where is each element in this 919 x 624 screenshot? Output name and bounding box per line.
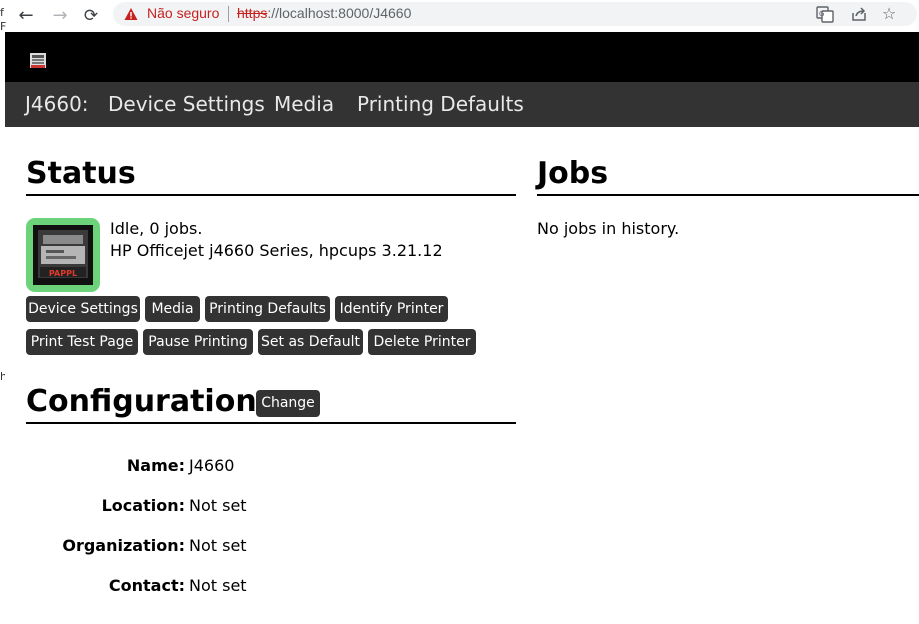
printer-status-icon: PAPPL <box>26 218 100 292</box>
address-bar[interactable]: Não seguro https://localhost:8000/J4660 … <box>113 2 917 26</box>
status-heading: Status <box>26 156 136 191</box>
print-test-page-button[interactable]: Print Test Page <box>26 329 138 355</box>
config-location-value: Not set <box>189 496 247 515</box>
warning-icon[interactable] <box>124 7 138 21</box>
media-button[interactable]: Media <box>145 296 200 322</box>
url-text[interactable]: https://localhost:8000/J4660 <box>237 5 411 21</box>
set-as-default-button[interactable]: Set as Default <box>258 329 363 355</box>
device-settings-button[interactable]: Device Settings <box>26 296 140 322</box>
security-label[interactable]: Não seguro <box>147 5 219 21</box>
printing-defaults-button[interactable]: Printing Defaults <box>205 296 330 322</box>
main-nav: J4660: Device Settings Media Printing De… <box>5 82 919 127</box>
share-icon[interactable] <box>850 5 868 23</box>
identify-printer-button[interactable]: Identify Printer <box>335 296 448 322</box>
back-arrow-icon[interactable]: ← <box>14 4 38 28</box>
nav-printer-name[interactable]: J4660: <box>25 92 89 116</box>
reload-icon[interactable]: ⟳ <box>79 4 103 28</box>
pause-printing-button[interactable]: Pause Printing <box>143 329 253 355</box>
url-rest: ://localhost:8000/J4660 <box>267 5 412 21</box>
edge-artifact: f <box>0 6 4 19</box>
pappl-logo-icon[interactable] <box>29 52 47 69</box>
nav-printing-defaults[interactable]: Printing Defaults <box>357 92 524 116</box>
config-organization-label: Organization: <box>62 536 185 555</box>
printer-driver: HP Officejet j4660 Series, hpcups 3.21.1… <box>110 241 443 260</box>
jobs-empty-text: No jobs in history. <box>537 219 680 238</box>
config-name-value: J4660 <box>189 456 235 475</box>
config-location-label: Location: <box>101 496 185 515</box>
browser-toolbar: ← → ⟳ Não seguro https://localhost:8000/… <box>0 0 919 32</box>
status-divider <box>26 194 516 196</box>
star-icon[interactable]: ☆ <box>880 5 898 23</box>
configuration-heading: Configuration <box>26 384 257 419</box>
change-button[interactable]: Change <box>256 390 320 417</box>
jobs-heading: Jobs <box>537 156 609 191</box>
pappl-web-page: J4660: Device Settings Media Printing De… <box>5 32 919 624</box>
config-organization-value: Not set <box>189 536 247 555</box>
pappl-icon-label: PAPPL <box>49 269 77 278</box>
delete-printer-button[interactable]: Delete Printer <box>368 329 476 355</box>
top-header <box>5 32 919 82</box>
config-name-label: Name: <box>126 456 185 475</box>
translate-icon[interactable]: G <box>816 5 834 23</box>
url-separator <box>228 6 229 22</box>
config-contact-label: Contact: <box>108 576 185 595</box>
svg-text:G: G <box>819 10 824 18</box>
nav-device-settings[interactable]: Device Settings <box>108 92 265 116</box>
forward-arrow-icon[interactable]: → <box>48 4 72 28</box>
url-scheme: https <box>237 5 268 21</box>
configuration-divider <box>26 422 516 424</box>
jobs-divider <box>537 194 919 196</box>
nav-media[interactable]: Media <box>274 92 334 116</box>
config-contact-value: Not set <box>189 576 247 595</box>
printer-state: Idle, 0 jobs. <box>110 219 203 238</box>
